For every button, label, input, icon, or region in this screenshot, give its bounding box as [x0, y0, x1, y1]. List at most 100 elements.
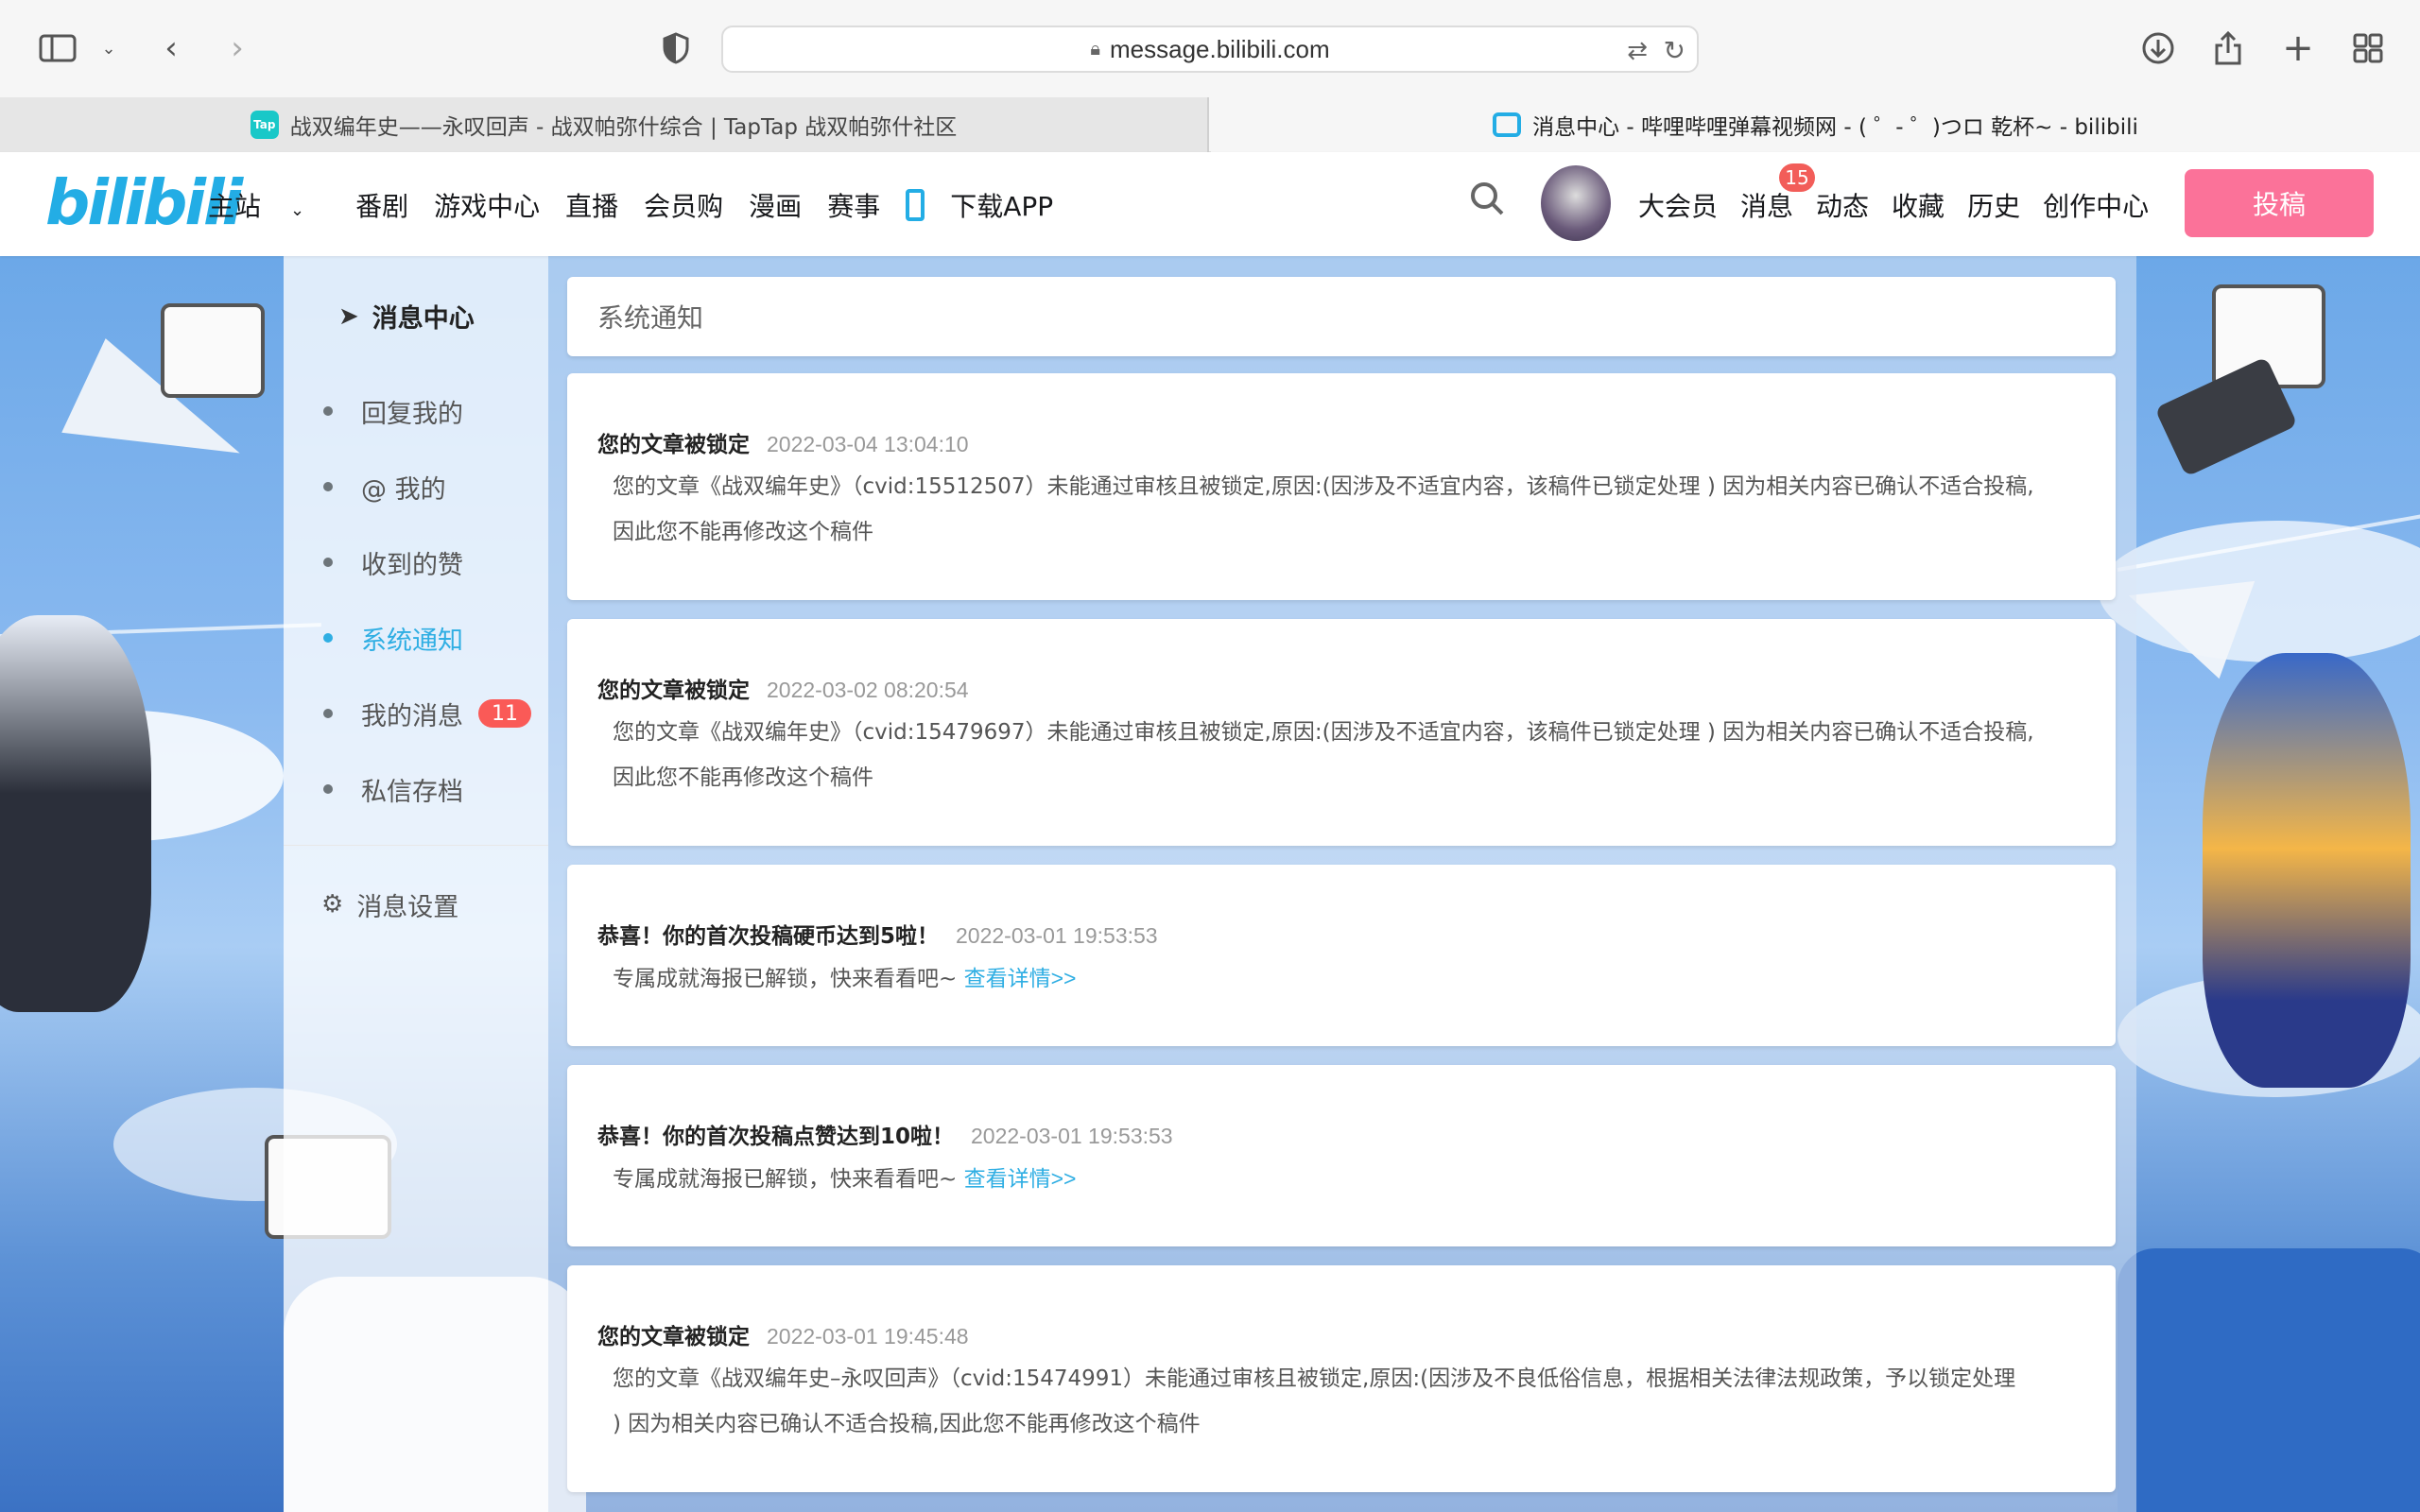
tab-taptap[interactable]: Tap 战双编年史——永叹回声 - 战双帕弥什综合 | TapTap 战双帕弥什… [0, 97, 1209, 152]
paper-plane-icon: ➤ [338, 301, 359, 331]
notification-title: 您的文章被锁定 [597, 1325, 750, 1349]
nav-messages[interactable]: 消息 [1740, 186, 1793, 224]
notifications-panel: 系统通知 您的文章被锁定 2022-03-04 13:04:10 您的文章《战双编… [548, 256, 2136, 1512]
sidebar-item-label: 私信存档 [361, 777, 463, 807]
notification-line: 您的文章《战双编年史》（cvid:15512507）未能通过审核且被锁定,原因:… [613, 474, 2034, 499]
sidebar-item-likes[interactable]: 收到的赞 [323, 543, 463, 581]
notification-line: ) 因为相关内容已确认不适合投稿,因此您不能再修改这个稿件 [613, 1412, 1201, 1436]
bullet-dot [323, 406, 333, 416]
nav-vip[interactable]: 大会员 [1638, 186, 1718, 224]
sidebar-item-dm-archive[interactable]: 私信存档 [323, 770, 463, 808]
user-nav: 大会员 消息 动态 收藏 历史 创作中心 [1638, 186, 2171, 224]
bilibili-icon [1493, 112, 1522, 137]
back-icon[interactable]: ‹ [147, 25, 195, 72]
notification-title: 恭喜！你的首次投稿硬币达到5啦！ [597, 924, 940, 949]
nav-anime[interactable]: 番剧 [355, 186, 408, 224]
tab-bilibili-messages[interactable]: 消息中心 - 哔哩哔哩弹幕视频网 - ( ゜- ゜)つロ 乾杯~ - bilib… [1211, 97, 2420, 152]
nav-download-app[interactable]: 下载APP [906, 186, 1079, 224]
nav-manga[interactable]: 漫画 [749, 186, 802, 224]
nav-creator-center[interactable]: 创作中心 [2043, 186, 2149, 224]
notification-line: 您的文章《战双编年史》（cvid:15479697）未能通过审核且被锁定,原因:… [613, 720, 2034, 745]
view-details-link[interactable]: 查看详情>> [964, 966, 1077, 990]
mailbox-shape [2118, 1248, 2420, 1512]
user-avatar[interactable] [1541, 165, 1611, 241]
nav-history[interactable]: 历史 [1967, 186, 2020, 224]
share-icon[interactable] [2204, 25, 2252, 72]
nav-mall[interactable]: 会员购 [644, 186, 723, 224]
anime-character-right [2203, 653, 2411, 1088]
chevron-down-icon: ⌄ [290, 200, 305, 220]
sidebar-item-replies[interactable]: 回复我的 [323, 392, 463, 430]
nav-live[interactable]: 直播 [565, 186, 618, 224]
nav-label: 主站 [208, 191, 262, 222]
tab-label: 消息中心 - 哔哩哔哩弹幕视频网 - ( ゜- ゜)つロ 乾杯~ - bilib… [1532, 115, 2138, 140]
nav-esports[interactable]: 赛事 [827, 186, 880, 224]
notification-body: 专属成就海报已解锁，快来看看吧~ 查看详情>> [597, 955, 2085, 1002]
message-sidebar: ➤ 消息中心 回复我的 @ 我的 收到的赞 系统通知 我的消息 11 私信存档 ⚙… [284, 256, 548, 1512]
message-count-badge: 15 [1779, 163, 1815, 192]
sidebar-item-settings[interactable]: ⚙ 消息设置 [321, 885, 458, 923]
notification-time: 2022-03-01 19:53:53 [971, 1124, 1173, 1148]
sidebar-item-label: 我的消息 [361, 701, 463, 731]
taptap-icon: Tap [250, 111, 279, 139]
notification-card: 您的文章被锁定 2022-03-01 19:45:48 您的文章《战双编年史–永叹… [567, 1265, 2116, 1492]
notification-time: 2022-03-01 19:45:48 [767, 1324, 969, 1349]
view-details-link[interactable]: 查看详情>> [964, 1166, 1077, 1191]
unread-badge: 11 [478, 699, 531, 728]
lock-icon: 🔒︎ [1090, 38, 1100, 60]
sidebar-item-label: 收到的赞 [361, 550, 463, 580]
privacy-shield-icon[interactable] [652, 25, 700, 72]
nav-favorites[interactable]: 收藏 [1892, 186, 1945, 224]
upload-button[interactable]: 投稿 [2185, 169, 2374, 237]
notification-time: 2022-03-02 08:20:54 [767, 678, 969, 702]
sidebar-divider [284, 845, 548, 846]
sidebar-item-label: 系统通知 [361, 626, 463, 656]
gear-icon: ⚙ [321, 890, 344, 919]
anime-character-left [0, 615, 151, 1012]
notification-title: 恭喜！你的首次投稿点赞达到10啦！ [597, 1125, 955, 1149]
notification-body: 您的文章《战双编年史–永叹回声》（cvid:15474991）未能通过审核且被锁… [597, 1356, 2085, 1447]
sidebar-toggle-icon[interactable] [34, 25, 81, 72]
address-bar[interactable]: 🔒︎ message.bilibili.com ⇄ ↻ [721, 26, 1699, 73]
translate-icon[interactable]: ⇄ [1627, 36, 1648, 65]
nav-dynamics[interactable]: 动态 [1816, 186, 1869, 224]
search-icon[interactable] [1469, 180, 1505, 226]
page-title: 系统通知 [567, 277, 2116, 356]
new-tab-icon[interactable]: + [2274, 25, 2322, 72]
notification-time: 2022-03-01 19:53:53 [956, 923, 1158, 948]
notification-line: 因此您不能再修改这个稿件 [613, 520, 873, 544]
nav-label: 下载APP [950, 191, 1054, 222]
sidebar-item-mentions[interactable]: @ 我的 [323, 468, 446, 506]
sidebar-item-my-messages[interactable]: 我的消息 11 [323, 695, 531, 732]
notification-line: 因此您不能再修改这个稿件 [613, 765, 873, 790]
chevron-down-icon[interactable]: ⌄ [85, 25, 132, 72]
notification-body: 您的文章《战双编年史》（cvid:15512507）未能通过审核且被锁定,原因:… [597, 464, 2085, 555]
notification-card: 恭喜！你的首次投稿硬币达到5啦！ 2022-03-01 19:53:53 专属成就… [567, 865, 2116, 1046]
notification-card: 您的文章被锁定 2022-03-02 08:20:54 您的文章《战双编年史》（c… [567, 619, 2116, 846]
notification-line: 专属成就海报已解锁，快来看看吧~ [613, 1167, 964, 1192]
notification-line: 您的文章《战双编年史–永叹回声》（cvid:15474991）未能通过审核且被锁… [613, 1366, 2016, 1391]
forward-icon[interactable]: › [214, 25, 261, 72]
browser-toolbar: ⌄ ‹ › 🔒︎ message.bilibili.com ⇄ ↻ + [0, 0, 2420, 97]
notification-body: 您的文章《战双编年史》（cvid:15479697）未能通过审核且被锁定,原因:… [597, 710, 2085, 800]
reload-icon[interactable]: ↻ [1664, 35, 1685, 66]
bullet-dot [323, 633, 333, 643]
sidebar-title-text: 消息中心 [372, 304, 475, 334]
sidebar-title: ➤ 消息中心 [338, 298, 475, 335]
main-nav: 主站 ⌄ 番剧 游戏中心 直播 会员购 漫画 赛事 下载APP [208, 186, 1104, 224]
tab-label: 战双编年史——永叹回声 - 战双帕弥什综合 | TapTap 战双帕弥什社区 [289, 115, 958, 140]
nav-game-center[interactable]: 游戏中心 [434, 186, 540, 224]
sidebar-item-label: 消息设置 [356, 892, 459, 922]
nav-home[interactable]: 主站 ⌄ [208, 186, 330, 224]
tv-mascot [161, 303, 265, 398]
phone-icon [906, 189, 925, 221]
download-icon[interactable] [2135, 25, 2182, 72]
notification-body: 专属成就海报已解锁，快来看看吧~ 查看详情>> [597, 1156, 2085, 1202]
sidebar-item-label: @ 我的 [361, 474, 446, 505]
tab-bar: Tap 战双编年史——永叹回声 - 战双帕弥什综合 | TapTap 战双帕弥什… [0, 97, 2420, 152]
sidebar-item-label: 回复我的 [361, 399, 463, 429]
notification-title: 您的文章被锁定 [597, 433, 750, 457]
sidebar-item-system-notices[interactable]: 系统通知 [323, 619, 463, 657]
tab-overview-icon[interactable] [2344, 25, 2392, 72]
notification-card: 您的文章被锁定 2022-03-04 13:04:10 您的文章《战双编年史》（c… [567, 373, 2116, 600]
